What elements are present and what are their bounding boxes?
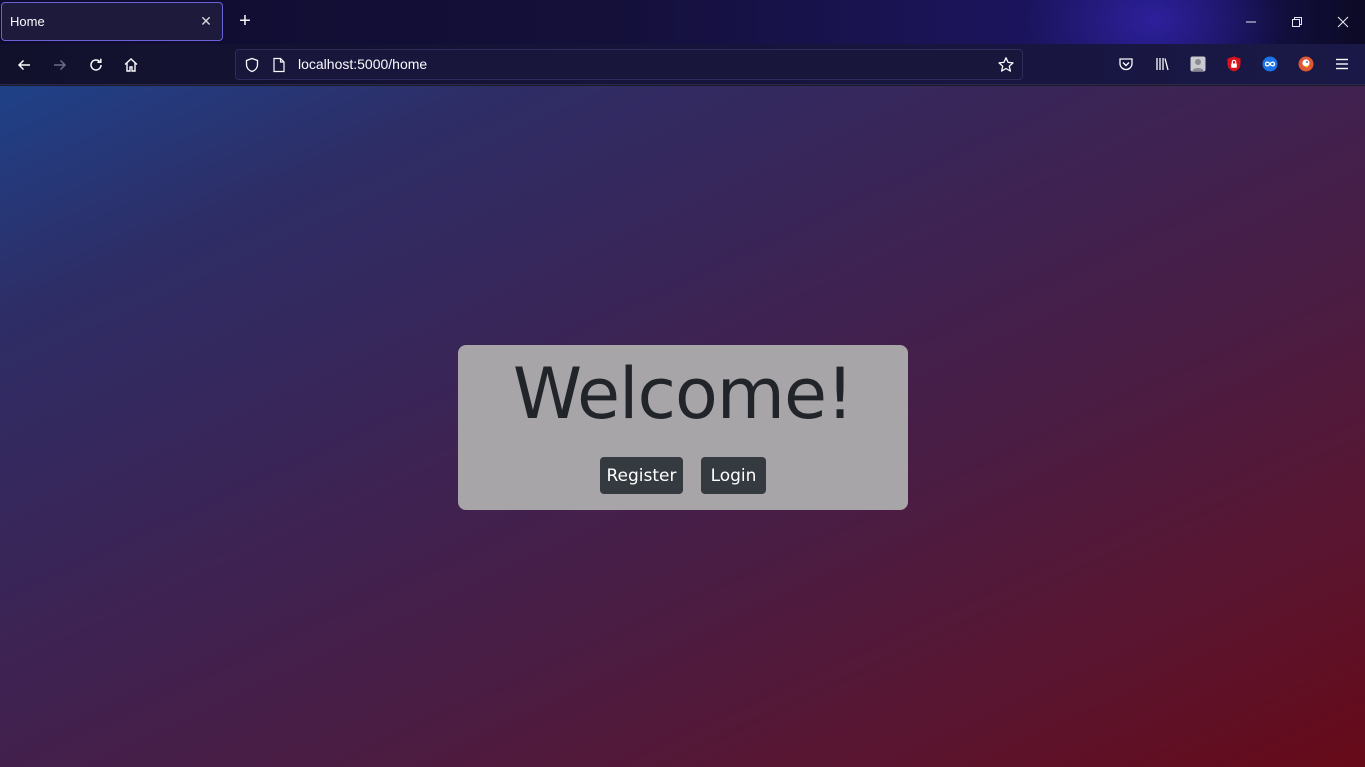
- tab-strip: Home ✕ +: [0, 0, 1365, 44]
- home-icon[interactable]: [118, 52, 144, 78]
- forward-arrow-icon[interactable]: [47, 52, 73, 78]
- url-input[interactable]: [298, 50, 978, 79]
- restore-icon[interactable]: [1284, 10, 1310, 34]
- new-tab-button[interactable]: +: [233, 9, 257, 33]
- library-icon[interactable]: [1152, 54, 1172, 74]
- hamburger-menu-icon[interactable]: [1332, 54, 1352, 74]
- welcome-card: Welcome! Register Login: [458, 345, 908, 510]
- minimize-icon[interactable]: [1238, 10, 1264, 34]
- login-button[interactable]: Login: [701, 457, 766, 494]
- bookmark-star-icon[interactable]: [997, 56, 1015, 74]
- navigation-toolbar: [0, 44, 1365, 85]
- pocket-icon[interactable]: [1116, 54, 1136, 74]
- back-arrow-icon[interactable]: [11, 52, 37, 78]
- tab-home[interactable]: Home ✕: [1, 2, 223, 41]
- page-info-icon[interactable]: [270, 56, 288, 74]
- tracking-shield-icon[interactable]: [243, 56, 261, 74]
- extension-avatar-icon[interactable]: [1188, 54, 1208, 74]
- welcome-heading: Welcome!: [512, 353, 854, 435]
- close-icon[interactable]: [1330, 10, 1356, 34]
- register-button[interactable]: Register: [600, 457, 683, 494]
- reload-icon[interactable]: [83, 52, 109, 78]
- page-content: Welcome! Register Login: [0, 86, 1365, 767]
- tab-close-icon[interactable]: ✕: [198, 13, 214, 30]
- duckduckgo-icon[interactable]: [1296, 54, 1316, 74]
- infinity-extension-icon[interactable]: [1260, 54, 1280, 74]
- url-bar[interactable]: [235, 49, 1023, 80]
- tab-title: Home: [10, 14, 45, 29]
- ublock-icon[interactable]: [1224, 54, 1244, 74]
